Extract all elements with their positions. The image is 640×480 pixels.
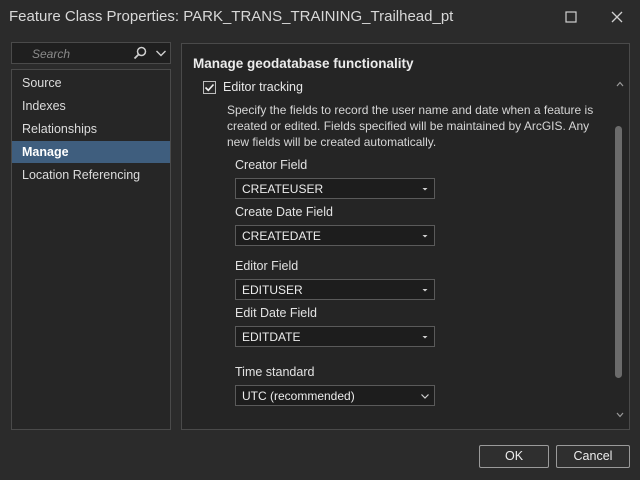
dropdown-arrow-icon — [422, 336, 428, 339]
sidebar-item-label: Manage — [22, 145, 69, 159]
title-bar: Feature Class Properties: PARK_TRANS_TRA… — [0, 0, 640, 34]
create-date-field-value: CREATEDATE — [242, 229, 321, 243]
sidebar-item-relationships[interactable]: Relationships — [12, 118, 170, 140]
time-standard-select[interactable]: UTC (recommended) — [235, 385, 435, 406]
scroll-up-arrow-icon[interactable] — [614, 79, 626, 89]
cancel-button[interactable]: Cancel — [556, 445, 630, 468]
search-icon[interactable] — [132, 45, 148, 61]
time-standard-label: Time standard — [235, 365, 315, 379]
creator-field-label: Creator Field — [235, 158, 308, 172]
maximize-square-icon — [565, 11, 577, 23]
dropdown-arrow-icon — [422, 235, 428, 238]
scroll-down-arrow-icon[interactable] — [614, 410, 626, 420]
section-title: Manage geodatabase functionality — [193, 56, 414, 71]
editor-tracking-label[interactable]: Editor tracking — [223, 80, 303, 94]
edit-date-field-value: EDITDATE — [242, 330, 301, 344]
sidebar-item-label: Relationships — [22, 122, 98, 136]
main-panel: Manage geodatabase functionality Editor … — [181, 43, 630, 430]
edit-date-field-select[interactable]: EDITDATE — [235, 326, 435, 347]
close-icon — [611, 11, 623, 23]
sidebar-item-indexes[interactable]: Indexes — [12, 95, 170, 117]
dropdown-arrow-icon — [422, 289, 428, 292]
creator-field-value: CREATEUSER — [242, 182, 324, 196]
checkmark-icon — [204, 83, 215, 92]
search-input[interactable]: Search — [32, 47, 70, 61]
sidebar-item-label: Source — [22, 76, 62, 90]
editor-field-value: EDITUSER — [242, 283, 303, 297]
create-date-field-label: Create Date Field — [235, 205, 333, 219]
sidebar-nav: Source Indexes Relationships Manage Loca… — [11, 69, 171, 430]
creator-field-select[interactable]: CREATEUSER — [235, 178, 435, 199]
search-box[interactable]: Search — [11, 42, 171, 64]
dropdown-arrow-icon — [422, 188, 428, 191]
sidebar-item-label: Indexes — [22, 99, 66, 113]
create-date-field-select[interactable]: CREATEDATE — [235, 225, 435, 246]
sidebar-item-label: Location Referencing — [22, 168, 141, 182]
close-button[interactable] — [594, 0, 640, 34]
maximize-button[interactable] — [548, 0, 594, 34]
edit-date-field-label: Edit Date Field — [235, 306, 317, 320]
chevron-down-icon — [421, 394, 429, 399]
chevron-down-icon[interactable] — [154, 46, 168, 60]
sidebar-item-location-referencing[interactable]: Location Referencing — [12, 164, 170, 186]
sidebar-item-source[interactable]: Source — [12, 72, 170, 94]
ok-button[interactable]: OK — [479, 445, 549, 468]
editor-field-label: Editor Field — [235, 259, 299, 273]
window-title: Feature Class Properties: PARK_TRANS_TRA… — [9, 8, 454, 25]
sidebar-item-manage[interactable]: Manage — [12, 141, 170, 163]
editor-field-select[interactable]: EDITUSER — [235, 279, 435, 300]
editor-tracking-checkbox[interactable] — [203, 81, 216, 94]
scrollbar-thumb[interactable] — [615, 126, 622, 378]
editor-tracking-description: Specify the fields to record the user na… — [227, 103, 594, 149]
time-standard-value: UTC (recommended) — [242, 389, 355, 403]
